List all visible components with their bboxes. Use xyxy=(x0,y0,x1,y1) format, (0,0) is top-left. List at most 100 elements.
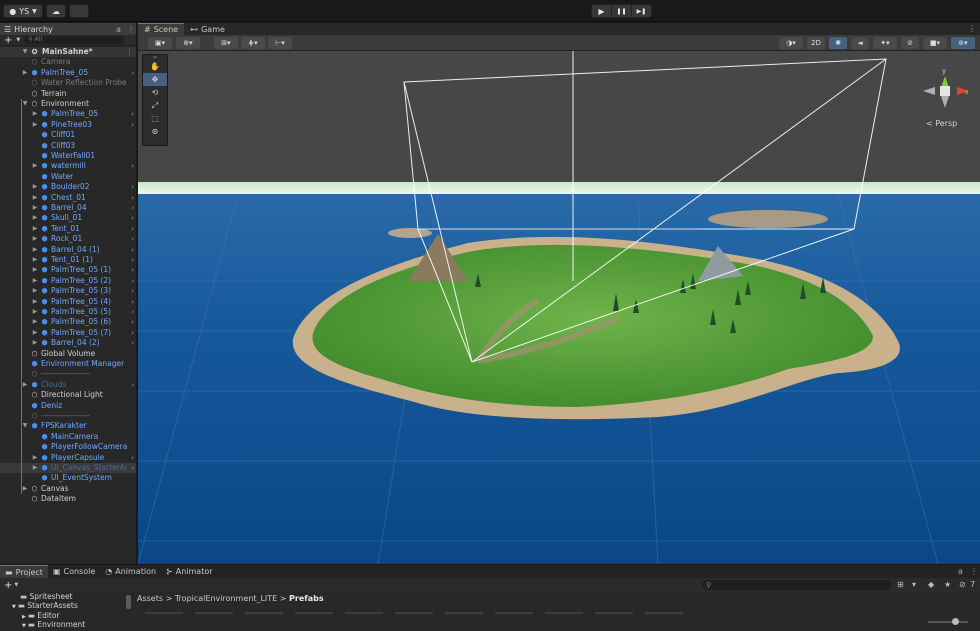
chevron-right-icon[interactable]: › xyxy=(131,120,134,130)
scale-tool-button[interactable]: ⤢ xyxy=(143,99,167,112)
effects-dropdown[interactable]: ✦▾ xyxy=(873,37,897,49)
project-folder-item[interactable]: ▬ Spritesheet xyxy=(0,592,133,601)
gizmos-dropdown[interactable]: ⊕▾ xyxy=(951,37,975,49)
tab-console[interactable]: ▣ Console xyxy=(48,565,100,578)
gizmo-neg-y-axis[interactable] xyxy=(941,96,949,108)
breadcrumb-assets[interactable]: Assets xyxy=(137,594,163,603)
chevron-right-icon[interactable]: ▶ xyxy=(31,265,39,275)
gizmo-neg-x-axis[interactable] xyxy=(923,87,935,95)
project-search-input[interactable]: ⚲ xyxy=(702,580,892,590)
orientation-gizmo[interactable]: y x xyxy=(921,64,971,116)
lock-icon[interactable]: a xyxy=(116,25,121,34)
slider-handle[interactable] xyxy=(952,618,959,625)
chevron-down-icon[interactable]: ▼ xyxy=(21,99,29,109)
chevron-right-icon[interactable]: › xyxy=(131,109,134,119)
chevron-right-icon[interactable]: › xyxy=(131,213,134,223)
chevron-right-icon[interactable]: ▶ xyxy=(31,193,39,203)
transform-tool-button[interactable]: ⊛ xyxy=(143,125,167,138)
add-asset-button[interactable]: + xyxy=(4,580,12,591)
camera-dropdown[interactable]: ■▾ xyxy=(923,37,947,49)
lighting-toggle[interactable]: ✺ xyxy=(829,37,847,49)
audio-toggle[interactable]: ◄ xyxy=(851,37,869,49)
folder-tree-scrollbar[interactable] xyxy=(126,595,131,609)
chevron-right-icon[interactable]: › xyxy=(131,307,134,317)
chevron-right-icon[interactable]: › xyxy=(131,453,134,463)
chevron-right-icon[interactable]: ▶ xyxy=(31,328,39,338)
chevron-right-icon[interactable]: ▶ xyxy=(31,276,39,286)
chevron-right-icon[interactable]: ▶ xyxy=(31,307,39,317)
tab-animator[interactable]: ⊱ Animator xyxy=(161,565,217,578)
chevron-right-icon[interactable]: ▶ xyxy=(31,463,39,473)
hand-tool-button[interactable]: ✋ xyxy=(143,60,167,73)
chevron-right-icon[interactable]: › xyxy=(131,265,134,275)
chevron-right-icon[interactable]: › xyxy=(131,297,134,307)
snap-toggle[interactable]: ⊞▾ xyxy=(214,37,238,49)
chevron-right-icon[interactable]: ▶ xyxy=(31,255,39,265)
chevron-right-icon[interactable]: › xyxy=(131,338,134,348)
label-icon[interactable]: ◆ xyxy=(928,580,934,589)
chevron-right-icon[interactable]: › xyxy=(131,317,134,327)
chevron-right-icon[interactable]: › xyxy=(131,224,134,234)
tab-hierarchy[interactable]: ☰ Hierarchy a ⋮ xyxy=(0,23,136,35)
project-folder-item[interactable]: ▼ ▬ Environment xyxy=(0,620,133,629)
chevron-right-icon[interactable]: › xyxy=(131,234,134,244)
chevron-right-icon[interactable]: ▶ xyxy=(31,213,39,223)
move-tool-button[interactable]: ✥ xyxy=(143,73,167,86)
pause-button[interactable]: ❚❚ xyxy=(612,5,632,17)
chevron-right-icon[interactable]: ▶ xyxy=(31,203,39,213)
hierarchy-item[interactable]: ▶ ⬢ PalmTree_05 › xyxy=(0,68,136,78)
hierarchy-item[interactable]: ⬡ DataItem xyxy=(0,494,136,504)
rect-tool-button[interactable]: ⬚ xyxy=(143,112,167,125)
breadcrumb-prefabs[interactable]: Prefabs xyxy=(289,594,324,603)
chevron-down-icon[interactable]: ▼ xyxy=(12,604,16,610)
chevron-right-icon[interactable]: ▶ xyxy=(22,614,26,620)
chevron-right-icon[interactable]: › xyxy=(131,463,134,473)
project-folder-item[interactable]: ▼ ▬ StarterAssets xyxy=(0,601,133,610)
chevron-right-icon[interactable]: ▶ xyxy=(31,453,39,463)
chevron-down-icon[interactable]: ▼ xyxy=(21,421,29,431)
chevron-right-icon[interactable]: ▶ xyxy=(31,317,39,327)
tab-game[interactable]: ⊷ Game xyxy=(184,23,231,35)
projection-toggle[interactable]: < Persp xyxy=(926,119,957,128)
chevron-right-icon[interactable]: › xyxy=(131,203,134,213)
chevron-right-icon[interactable]: › xyxy=(131,380,134,390)
chevron-right-icon[interactable]: ▶ xyxy=(31,182,39,192)
chevron-down-icon[interactable]: ▼ xyxy=(21,47,29,57)
thumbnail-size-slider[interactable] xyxy=(928,618,968,625)
chevron-right-icon[interactable]: › xyxy=(131,276,134,286)
search-by-type-icon[interactable]: ⊞ xyxy=(897,580,904,589)
chevron-right-icon[interactable]: › xyxy=(131,245,134,255)
chevron-right-icon[interactable]: › xyxy=(131,286,134,296)
kebab-menu-icon[interactable]: ⋮ xyxy=(968,24,976,33)
chevron-right-icon[interactable]: ▶ xyxy=(21,68,29,78)
collab-button[interactable] xyxy=(69,4,89,18)
hidden-packages-icon[interactable]: ⊘ xyxy=(959,580,966,589)
chevron-right-icon[interactable]: ▶ xyxy=(31,297,39,307)
chevron-right-icon[interactable]: › xyxy=(131,161,134,171)
project-folder-item[interactable]: ▶ ▬ Editor xyxy=(0,611,133,620)
scene-root-row[interactable]: ▼ ✪ MainSahne* ⋮ xyxy=(0,47,136,58)
global-toggle[interactable]: ⊕▾ xyxy=(176,37,200,49)
kebab-menu-icon[interactable]: ⋮ xyxy=(127,25,135,34)
tab-animation[interactable]: ◔ Animation xyxy=(100,565,161,578)
account-dropdown[interactable]: ● YS ▼ xyxy=(3,4,43,18)
hierarchy-search-input[interactable]: ⚲ All xyxy=(24,36,124,44)
hidden-objects-toggle[interactable]: ⊘ xyxy=(901,37,919,49)
chevron-right-icon[interactable]: ▶ xyxy=(21,380,29,390)
toggle-2d-button[interactable]: 2D xyxy=(807,37,825,49)
chevron-right-icon[interactable]: › xyxy=(131,182,134,192)
lock-icon[interactable]: a xyxy=(958,567,963,576)
shading-mode-dropdown[interactable]: ◑▾ xyxy=(779,37,803,49)
hierarchy-item[interactable]: ⬡ Terrain xyxy=(0,89,136,99)
tab-project[interactable]: ▬ Project xyxy=(0,565,48,578)
cloud-button[interactable]: ☁ xyxy=(46,4,66,18)
tab-scene[interactable]: # Scene xyxy=(138,23,185,35)
hierarchy-item[interactable]: ⬡ Camera xyxy=(0,57,136,67)
chevron-right-icon[interactable]: ▶ xyxy=(31,224,39,234)
chevron-right-icon[interactable]: ▶ xyxy=(31,234,39,244)
kebab-menu-icon[interactable]: ⋮ xyxy=(970,567,978,576)
gizmo-center[interactable] xyxy=(940,86,950,96)
kebab-menu-icon[interactable]: ⋮ xyxy=(126,47,133,57)
chevron-right-icon[interactable]: ▶ xyxy=(31,161,39,171)
rotate-tool-button[interactable]: ⟲ xyxy=(143,86,167,99)
